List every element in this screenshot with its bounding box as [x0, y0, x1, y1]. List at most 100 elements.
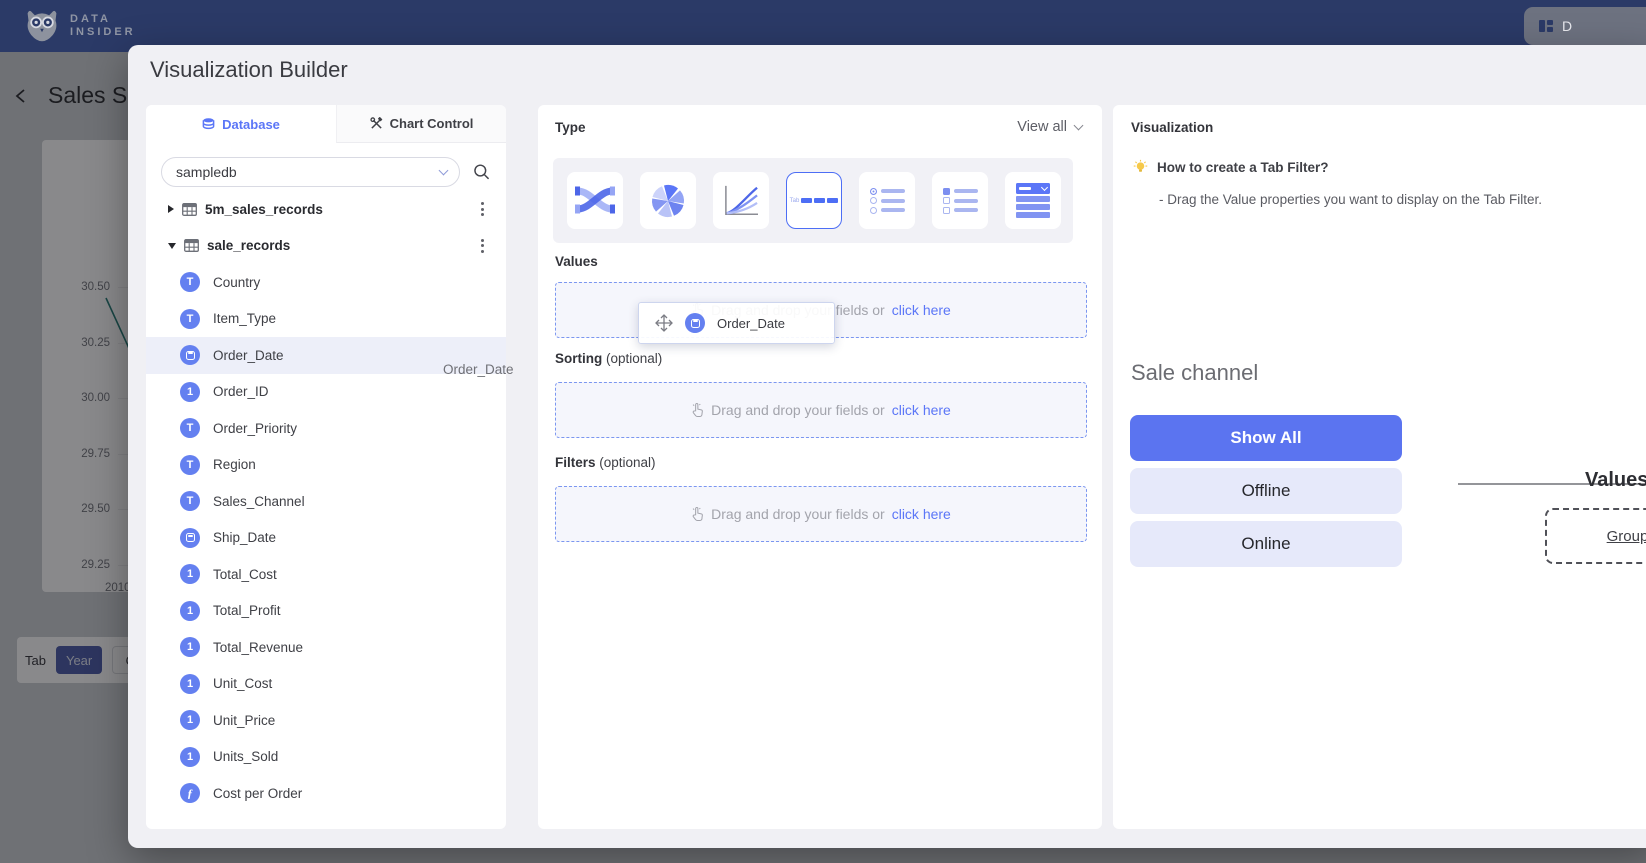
table-name: 5m_sales_records — [205, 202, 469, 217]
table-row[interactable]: 5m_sales_records — [146, 191, 506, 228]
field-row[interactable]: 1Total_Cost — [146, 556, 506, 593]
date-type-icon — [180, 345, 200, 365]
filter-option-show-all[interactable]: Show All — [1130, 415, 1402, 461]
number-type-icon: 1 — [180, 601, 200, 621]
tip-body: - Drag the Value properties you want to … — [1159, 192, 1542, 207]
tab-database-label: Database — [222, 117, 280, 132]
number-type-icon: 1 — [180, 564, 200, 584]
visualization-label: Visualization — [1131, 120, 1213, 135]
database-search-row: sampledb — [161, 157, 491, 187]
filter-option-offline[interactable]: Offline — [1130, 468, 1402, 514]
database-select[interactable]: sampledb — [161, 157, 460, 187]
table-row[interactable]: sale_records — [146, 228, 506, 265]
tip-title: How to create a Tab Filter? — [1157, 160, 1329, 175]
dashboard-mode-button[interactable]: D — [1524, 7, 1646, 45]
text-type-icon: T — [180, 491, 200, 511]
dropzone-text: Drag and drop your fields or — [711, 506, 885, 522]
pie-chart-icon[interactable] — [640, 172, 696, 229]
type-panel: Type View all — [538, 105, 1102, 829]
tab-chart-control[interactable]: Chart Control — [336, 105, 506, 143]
date-type-icon — [180, 528, 200, 548]
view-all-dropdown[interactable]: View all — [1017, 119, 1082, 135]
sorting-dropzone[interactable]: Drag and drop your fields or click here — [555, 382, 1087, 438]
corner-button-label: D — [1562, 18, 1572, 34]
hand-pointer-icon — [691, 402, 704, 418]
field-tree: 5m_sales_records sale_records TCountry T… — [146, 191, 506, 812]
field-row[interactable]: 1Unit_Cost — [146, 666, 506, 703]
screen: Sales Sa 30.50 30.25 30.00 29.75 29.50 2… — [0, 0, 1646, 863]
line-chart-icon[interactable] — [713, 172, 769, 229]
filters-section-label: Filters (optional) — [555, 455, 656, 470]
number-type-icon: 1 — [180, 382, 200, 402]
layout-icon — [1538, 18, 1554, 34]
visualization-panel: Visualization How to create a Tab Filter… — [1113, 105, 1646, 829]
kebab-menu-icon[interactable] — [477, 235, 488, 257]
number-type-icon: 1 — [180, 637, 200, 657]
visualization-builder-modal: Visualization Builder Database — [128, 45, 1646, 848]
owl-logo-icon — [24, 7, 60, 45]
tools-icon — [370, 117, 383, 130]
tab-filter-chart-icon[interactable]: Tab — [786, 172, 842, 229]
number-type-icon: 1 — [180, 747, 200, 767]
database-panel: Database Chart Control sampledb — [146, 105, 506, 829]
field-row[interactable]: 1Unit_Price — [146, 702, 506, 739]
radio-list-chart-icon[interactable] — [859, 172, 915, 229]
filter-option-online[interactable]: Online — [1130, 521, 1402, 567]
tab-database[interactable]: Database — [146, 105, 336, 143]
field-row[interactable]: ƒCost per Order — [146, 775, 506, 812]
collapse-icon[interactable] — [168, 243, 176, 249]
expand-icon[interactable] — [168, 205, 174, 213]
preview-chart-title: Sale channel — [1131, 360, 1258, 386]
app-logo[interactable]: DATA INSIDER — [24, 7, 136, 45]
search-icon[interactable] — [473, 163, 491, 181]
text-type-icon: T — [180, 272, 200, 292]
field-row[interactable]: TItem_Type — [146, 301, 506, 338]
text-type-icon: T — [180, 309, 200, 329]
field-row[interactable]: TCountry — [146, 264, 506, 301]
dragged-field-chip[interactable]: Order_Date — [638, 302, 835, 344]
chevron-down-icon — [439, 165, 449, 175]
modal-title: Visualization Builder — [150, 57, 348, 83]
database-icon — [202, 117, 215, 131]
annotation-heading: Values — [1585, 469, 1646, 492]
move-icon — [655, 314, 673, 332]
drag-chip-label: Order_Date — [717, 316, 785, 331]
field-row[interactable]: TRegion — [146, 447, 506, 484]
database-select-value: sampledb — [176, 164, 440, 180]
table-name: sale_records — [207, 238, 469, 253]
field-row[interactable]: 1Total_Revenue — [146, 629, 506, 666]
click-here-link[interactable]: click here — [892, 506, 951, 522]
type-section-label: Type — [555, 120, 586, 135]
kebab-menu-icon[interactable] — [477, 198, 488, 220]
text-type-icon: T — [180, 455, 200, 475]
click-here-link[interactable]: click here — [892, 402, 951, 418]
annotation-group-link: Group — [1607, 528, 1646, 545]
field-row[interactable]: TSales_Channel — [146, 483, 506, 520]
text-type-icon: T — [180, 418, 200, 438]
field-row[interactable]: 1Total_Profit — [146, 593, 506, 630]
dropzone-text: Drag and drop your fields or — [711, 402, 885, 418]
field-row[interactable]: Ship_Date — [146, 520, 506, 557]
logo-line-1: DATA — [70, 13, 136, 26]
field-row[interactable]: 1Order_ID — [146, 374, 506, 411]
tab-dashes — [801, 198, 838, 203]
filters-dropzone[interactable]: Drag and drop your fields or click here — [555, 486, 1087, 542]
field-row[interactable]: TOrder_Priority — [146, 410, 506, 447]
values-section-label: Values — [555, 254, 598, 269]
panel-tabs: Database Chart Control — [146, 105, 506, 143]
click-here-link[interactable]: click here — [892, 302, 951, 318]
tab-tile-text: Tab — [790, 198, 800, 204]
tab-chart-control-label: Chart Control — [390, 116, 474, 131]
formula-type-icon: ƒ — [180, 783, 200, 803]
sankey-chart-icon[interactable] — [567, 172, 623, 229]
sorting-section-label: Sorting (optional) — [555, 351, 662, 366]
table-icon — [184, 239, 199, 252]
number-type-icon: 1 — [180, 674, 200, 694]
chart-type-tray: Tab — [553, 158, 1073, 243]
field-row[interactable]: 1Units_Sold — [146, 739, 506, 776]
annotation-group-box[interactable]: Group — [1545, 508, 1646, 564]
date-type-icon — [685, 313, 705, 333]
drag-ghost-label: Order_Date — [443, 362, 514, 377]
checkbox-list-chart-icon[interactable] — [932, 172, 988, 229]
dropdown-chart-icon[interactable] — [1005, 172, 1061, 229]
